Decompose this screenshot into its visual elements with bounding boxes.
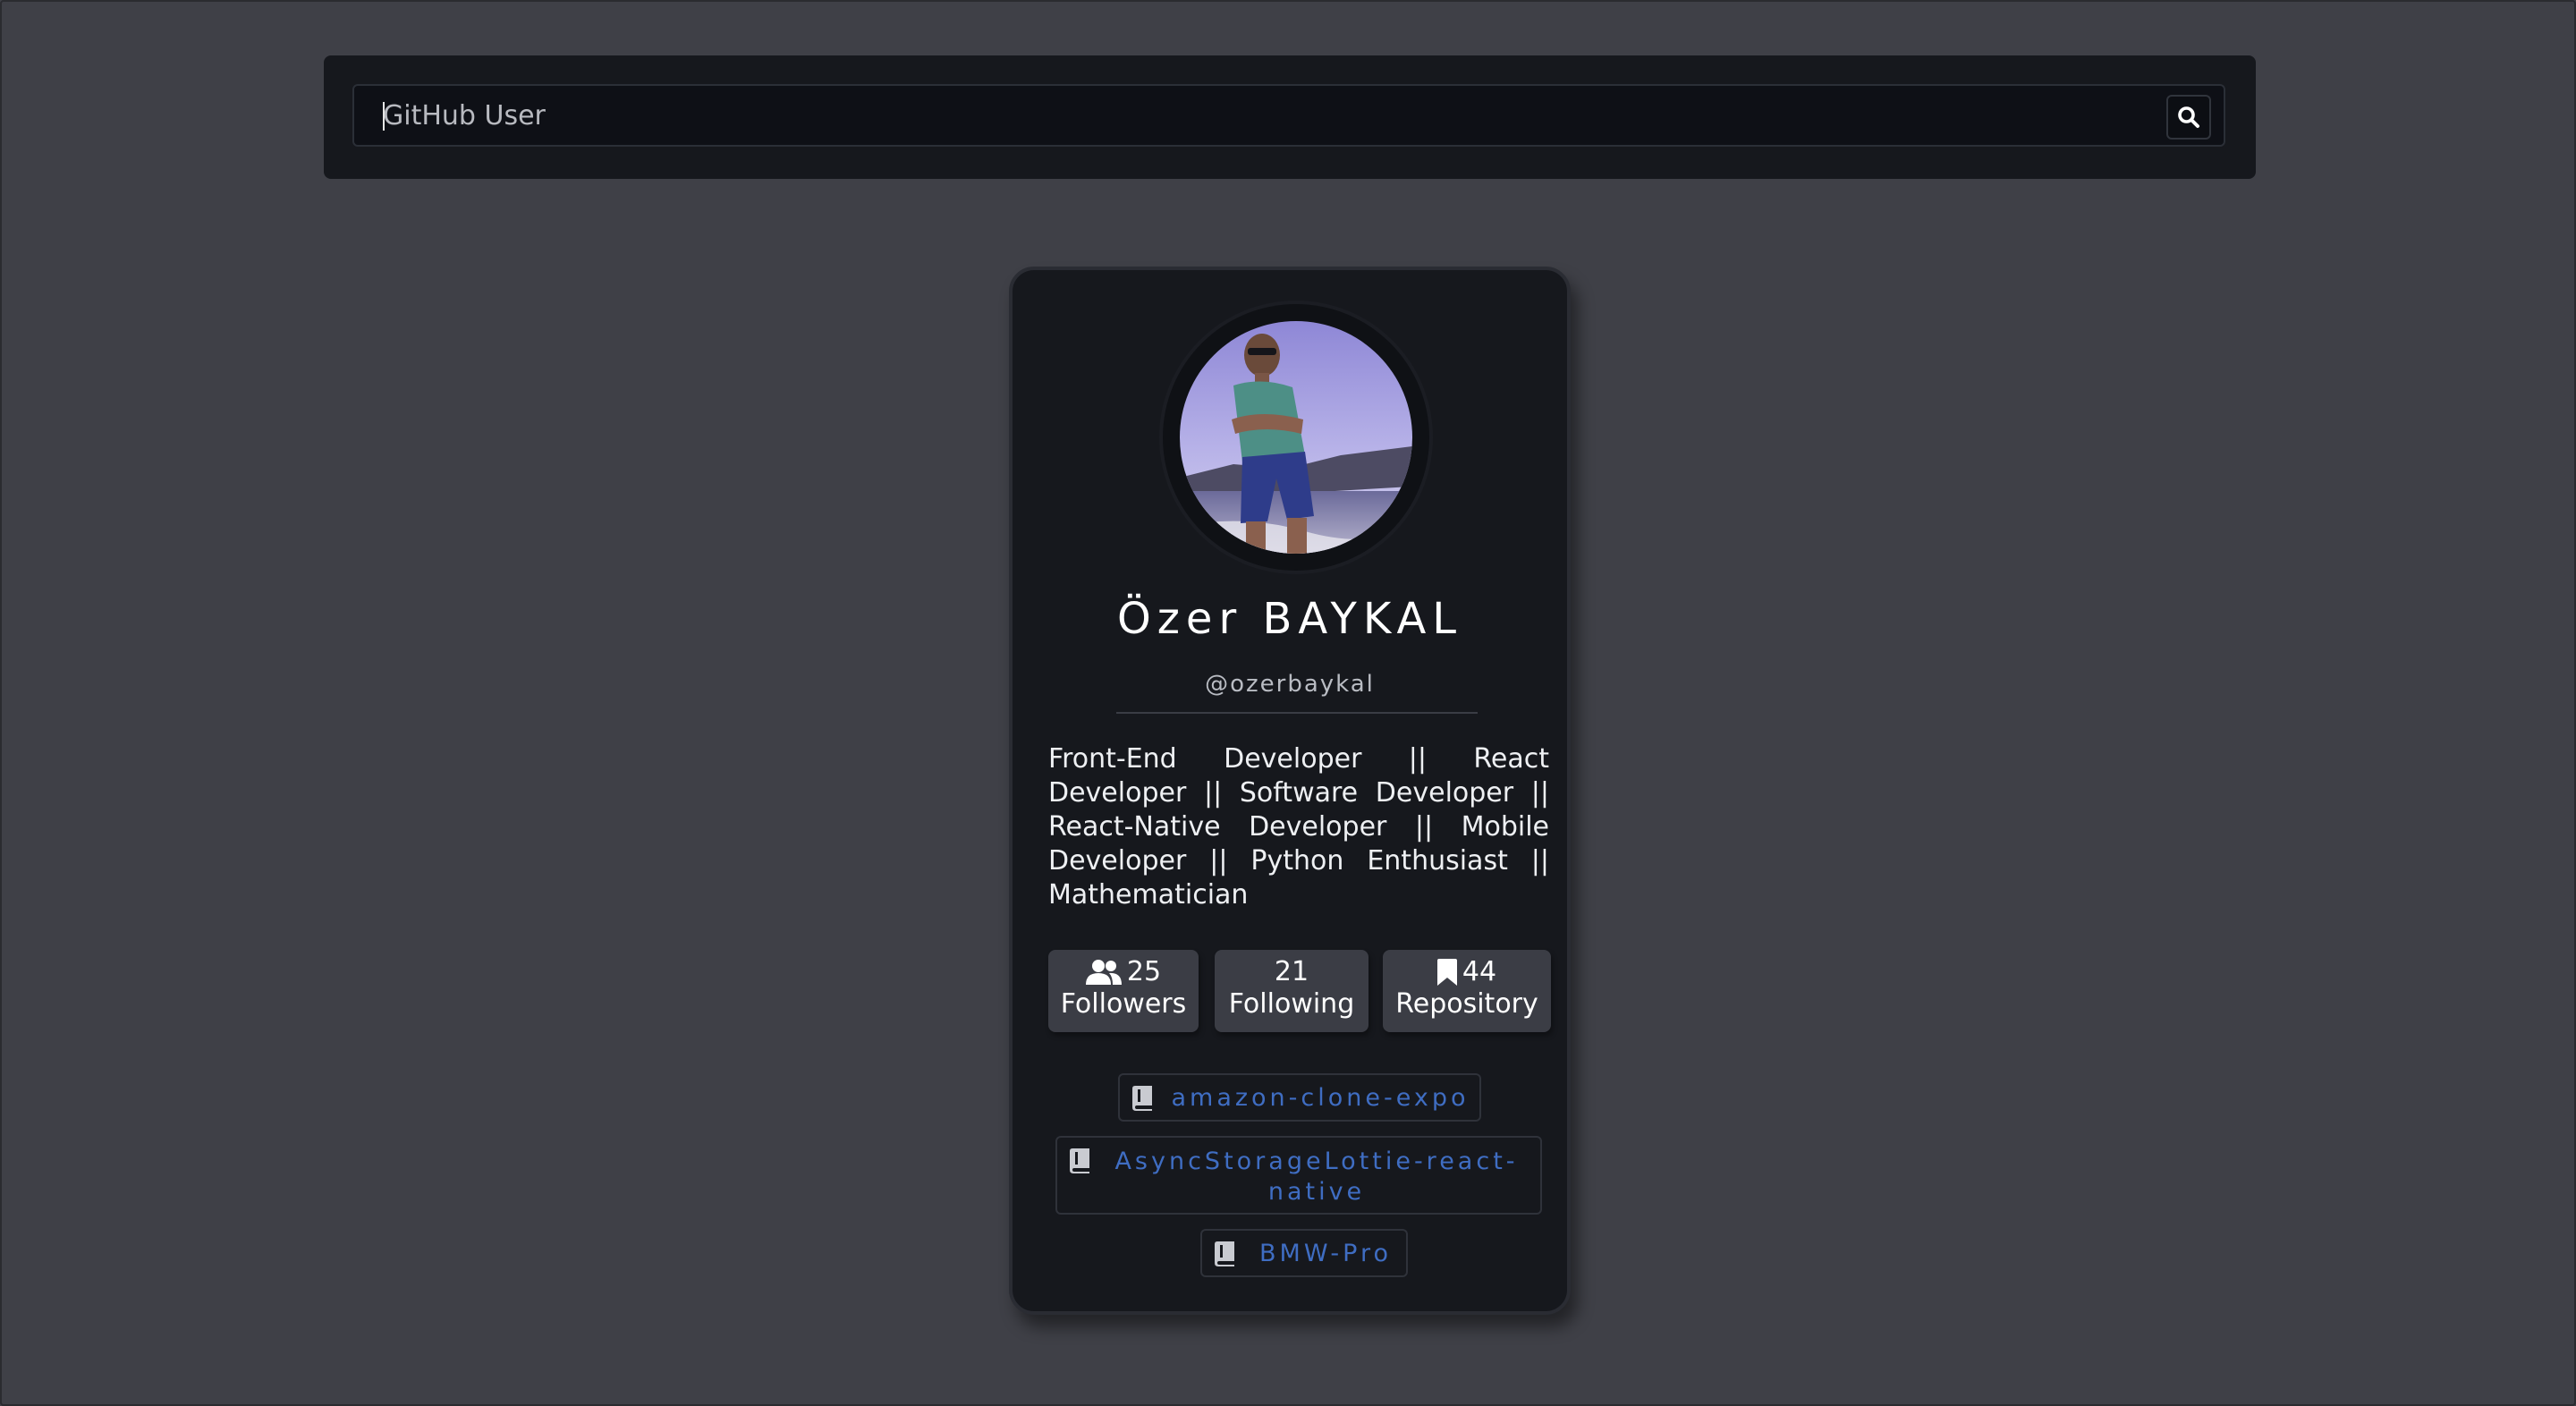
stats-row: 25 Followers 21 Following 44 Repository — [1048, 950, 1551, 1032]
search-bar — [324, 55, 2256, 179]
browser-viewport: Özer BAYKAL @ozerbaykal Front-End Develo… — [0, 0, 2576, 1406]
search-input[interactable] — [354, 86, 2107, 145]
repo-link[interactable]: AsyncStorageLottie-react-native — [1055, 1136, 1542, 1215]
repo-name: BMW-Pro — [1259, 1240, 1392, 1267]
search-field-container — [352, 84, 2225, 147]
repo-name: amazon-clone-expo — [1171, 1084, 1470, 1112]
text-caret — [383, 102, 385, 131]
profile-card: Özer BAYKAL @ozerbaykal Front-End Develo… — [1009, 267, 1571, 1315]
followers-stat: 25 Followers — [1048, 950, 1199, 1032]
repo-name: AsyncStorageLottie-react-native — [1114, 1148, 1519, 1206]
following-label: Following — [1228, 988, 1355, 1020]
repository-count: 44 — [1462, 956, 1497, 987]
repo-link[interactable]: BMW-Pro — [1200, 1229, 1408, 1277]
avatar-photo — [1180, 321, 1412, 554]
avatar — [1180, 321, 1412, 554]
search-button[interactable] — [2166, 95, 2211, 140]
profile-bio: Front-End Developer || React Developer |… — [1048, 743, 1549, 911]
bookmark-icon — [1436, 959, 1457, 986]
repo-book-icon — [1132, 1086, 1152, 1111]
following-stat: 21 Following — [1215, 950, 1368, 1032]
avatar-frame — [1163, 304, 1429, 571]
repo-book-icon — [1070, 1148, 1089, 1173]
users-icon — [1085, 960, 1122, 985]
followers-count: 25 — [1126, 956, 1162, 987]
repository-stat: 44 Repository — [1383, 950, 1551, 1032]
repo-book-icon — [1215, 1241, 1234, 1266]
search-icon — [2178, 106, 2199, 128]
following-count: 21 — [1274, 956, 1309, 987]
profile-name: Özer BAYKAL — [1116, 594, 1463, 644]
followers-label: Followers — [1060, 988, 1187, 1020]
profile-login: @ozerbaykal — [1205, 671, 1375, 698]
divider — [1116, 712, 1478, 714]
repository-label: Repository — [1395, 988, 1538, 1020]
repo-link[interactable]: amazon-clone-expo — [1118, 1073, 1481, 1122]
